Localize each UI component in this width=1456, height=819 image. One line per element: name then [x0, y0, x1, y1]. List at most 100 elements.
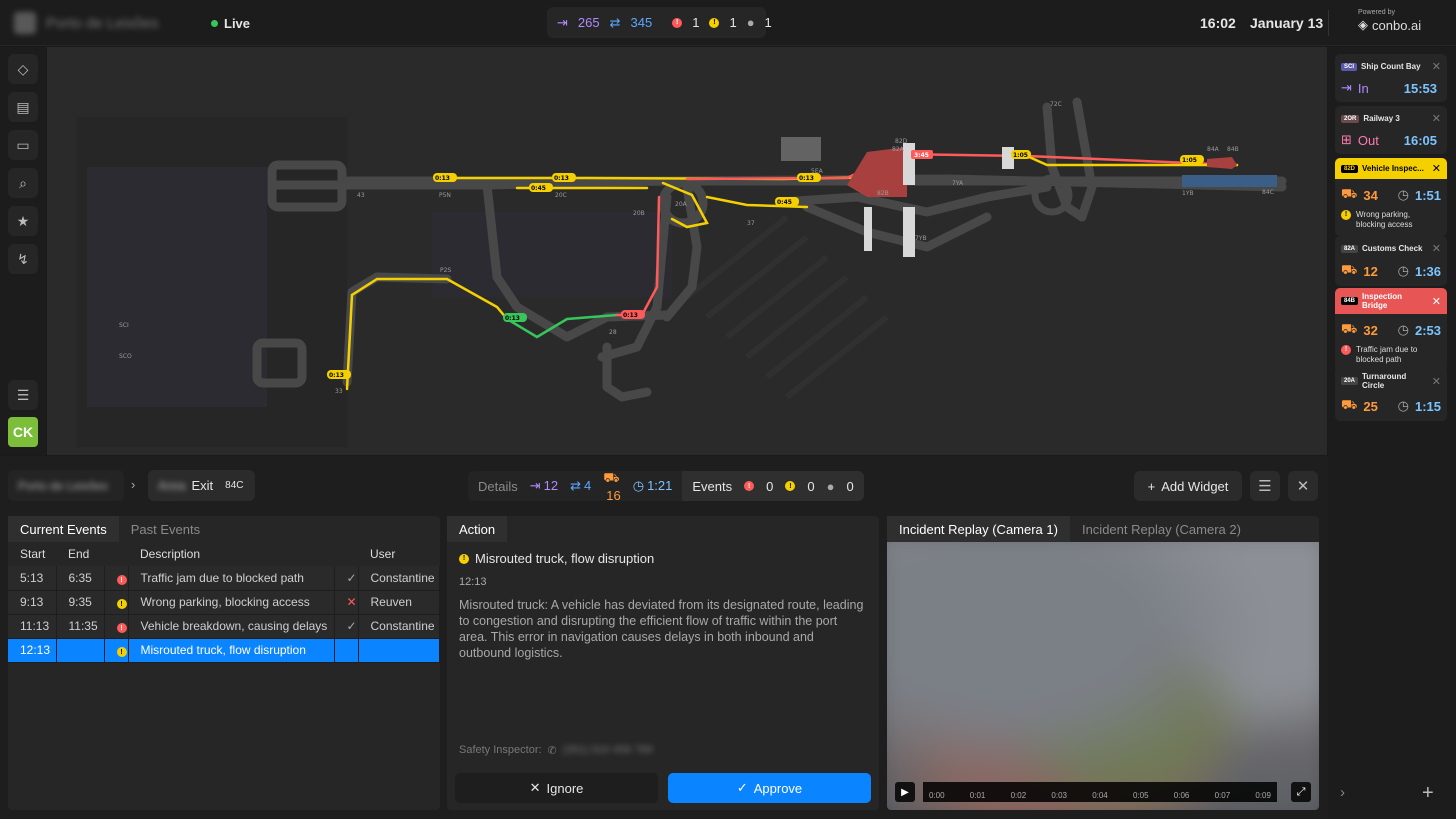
- map-label: 82B: [877, 190, 889, 197]
- warning-icon: !: [116, 647, 127, 658]
- map-label: 1YB: [1182, 190, 1194, 197]
- table-row[interactable]: 9:13 9:35 ! Wrong parking, blocking acce…: [8, 590, 440, 615]
- breadcrumb-root[interactable]: Porto de Leixões: [8, 470, 124, 501]
- tab-past-events[interactable]: Past Events: [119, 516, 212, 542]
- timeline-scrubber[interactable]: 0:00 0:01 0:02 0:03 0:04 0:05 0:06 0:07 …: [923, 782, 1277, 802]
- close-icon[interactable]: ✕: [1432, 60, 1441, 73]
- zone-card-error[interactable]: 84B Inspection Bridge ✕ ⛟ 32 ◷ 2:53 ! Traffic …: [1335, 288, 1447, 371]
- error-icon: !: [672, 17, 683, 28]
- add-widget-button[interactable]: + Add Widget: [1134, 471, 1242, 501]
- clock-icon: ◷: [1397, 322, 1409, 337]
- comment-count: 1: [764, 15, 772, 30]
- map-badge: 0:13: [554, 175, 569, 182]
- route-icon[interactable]: ↯: [8, 244, 38, 274]
- live-indicator: Live: [211, 16, 250, 31]
- date: January 13: [1250, 15, 1324, 31]
- camera-icon[interactable]: ▭: [8, 130, 38, 160]
- table-row-selected[interactable]: 12:13 ! Misrouted truck, flow disruption: [8, 638, 440, 663]
- close-icon[interactable]: ✕: [1432, 162, 1441, 175]
- powered-by: Powered by: [1358, 9, 1395, 16]
- map-label: 7YA: [952, 180, 964, 187]
- clock-icon: ◷: [1397, 187, 1409, 202]
- warning-count: 1: [729, 15, 737, 30]
- reports-icon[interactable]: ▤: [8, 92, 38, 122]
- conbo-icon: ◈: [1358, 17, 1368, 32]
- brand-logo: ◈ conbo.ai: [1358, 17, 1422, 33]
- close-panel-icon[interactable]: ✕: [1288, 471, 1318, 501]
- cross-icon: ✕: [334, 590, 359, 615]
- port-map[interactable]: 43 P5N 20C 20B 20A 5EA 37 82B 7YA 1YB 84…: [47, 47, 1327, 455]
- site-selector[interactable]: Porto de Leixões: [14, 10, 189, 36]
- warning-icon: !: [709, 17, 720, 28]
- error-icon: !: [116, 575, 127, 585]
- map-label: 37: [747, 220, 755, 227]
- warning-icon: !: [459, 553, 469, 564]
- error-icon: !: [744, 481, 755, 491]
- error-icon: !: [116, 623, 127, 634]
- out-icon: ⇄ 4: [570, 478, 592, 493]
- map-label: 82A: [892, 146, 905, 153]
- zone-card-warning[interactable]: 82D Vehicle Inspec... ✕ ⛟ 34 ◷ 1:51 ! Wrong pa…: [1335, 158, 1447, 236]
- table-row[interactable]: 11:13 11:35 ! Vehicle breakdown, causing…: [8, 614, 440, 639]
- map-label: P5N: [439, 192, 451, 199]
- map-canvas: 43 P5N 20C 20B 20A 5EA 37 82B 7YA 1YB 84…: [47, 47, 1327, 455]
- ignore-button[interactable]: ✕ Ignore: [455, 773, 658, 803]
- replay-tabs: Incident Replay (Camera 1) Incident Repl…: [887, 516, 1319, 542]
- out-count: 345: [630, 15, 653, 30]
- warning-icon: !: [785, 481, 796, 491]
- action-title: Misrouted truck, flow disruption: [475, 551, 655, 566]
- tab-camera-2[interactable]: Incident Replay (Camera 2): [1070, 516, 1253, 542]
- map-label: 84A: [1207, 146, 1220, 153]
- table-row[interactable]: 5:13 6:35 ! Traffic jam due to blocked p…: [8, 566, 440, 591]
- close-icon: ✕: [529, 780, 541, 795]
- breadcrumb-current[interactable]: Area Exit 84C: [148, 470, 255, 501]
- avatar[interactable]: CK: [8, 417, 38, 447]
- camera-video[interactable]: ▶ 0:00 0:01 0:02 0:03 0:04 0:05 0:06 0:0…: [887, 542, 1319, 810]
- tab-action[interactable]: Action: [447, 516, 508, 542]
- events-panel: Current Events Past Events Start End Des…: [8, 516, 440, 810]
- clock: 16:02: [1200, 15, 1236, 31]
- safety-inspector: Safety Inspector: ✆ (351) 910 456 789: [459, 744, 653, 757]
- live-label: Live: [224, 16, 251, 31]
- add-card-plus-icon[interactable]: +: [1422, 782, 1444, 804]
- close-icon[interactable]: ✕: [1432, 112, 1441, 125]
- map-badge: 0:13: [435, 175, 450, 182]
- fullscreen-icon[interactable]: ⤢: [1291, 782, 1311, 802]
- zone-card[interactable]: 20A Turnaround Circle ✕ ⛟ 25 ◷ 1:15: [1335, 366, 1447, 421]
- zone-card[interactable]: SCI Ship Count Bay ✕ ⇥ In 15:53: [1335, 54, 1447, 102]
- clock-icon: ◷: [1397, 398, 1409, 413]
- truck-icon: ⛟16: [603, 469, 621, 503]
- map-badge: 0:13: [505, 315, 520, 322]
- close-icon[interactable]: ✕: [1432, 375, 1441, 388]
- zone-card[interactable]: 2OR Railway 3 ✕ ⊞ Out 16:05: [1335, 106, 1447, 154]
- star-icon[interactable]: ★: [8, 206, 38, 236]
- filter-sliders-icon[interactable]: ☰: [1250, 471, 1280, 501]
- tab-details[interactable]: Details ⇥ 12 ⇄ 4 ⛟16 ◷ 1:21: [468, 469, 682, 503]
- tab-events[interactable]: Events ! 0 ! 0 ● 0: [682, 471, 864, 501]
- zone-card[interactable]: 82A Customs Check ✕ ⛟ 12 ◷ 1:36: [1335, 236, 1447, 286]
- action-description: Misrouted truck: A vehicle has deviated …: [459, 598, 864, 660]
- error-icon: !: [1341, 345, 1351, 355]
- truck-icon: ⛟: [1341, 186, 1358, 201]
- tab-current-events[interactable]: Current Events: [8, 516, 119, 542]
- site-name: Porto de Leixões: [46, 14, 159, 32]
- site-logo-icon: [14, 12, 36, 34]
- close-icon[interactable]: ✕: [1432, 242, 1441, 255]
- approve-button[interactable]: ✓ Approve: [668, 773, 871, 803]
- chevron-right-icon: ›: [131, 477, 136, 492]
- map-label: 72C: [1050, 101, 1062, 108]
- play-icon[interactable]: ▶: [895, 782, 915, 802]
- check-icon: ✓: [334, 566, 359, 591]
- close-icon[interactable]: ✕: [1432, 295, 1441, 308]
- search-icon[interactable]: ⌕: [8, 168, 38, 198]
- map-badge: 0:13: [623, 312, 638, 319]
- map-badge: 0:45: [777, 199, 792, 206]
- expand-sidebar-chevron-icon[interactable]: ›: [1340, 784, 1362, 806]
- map-label: 28: [609, 329, 617, 336]
- action-panel: Action ! Misrouted truck, flow disruptio…: [447, 516, 879, 810]
- comment-icon: ●: [746, 15, 755, 30]
- layers-icon[interactable]: ◇: [8, 54, 38, 84]
- tab-camera-1[interactable]: Incident Replay (Camera 1): [887, 516, 1070, 542]
- settings-sliders-icon[interactable]: ☰: [8, 380, 38, 410]
- map-badge: 0:13: [329, 372, 344, 379]
